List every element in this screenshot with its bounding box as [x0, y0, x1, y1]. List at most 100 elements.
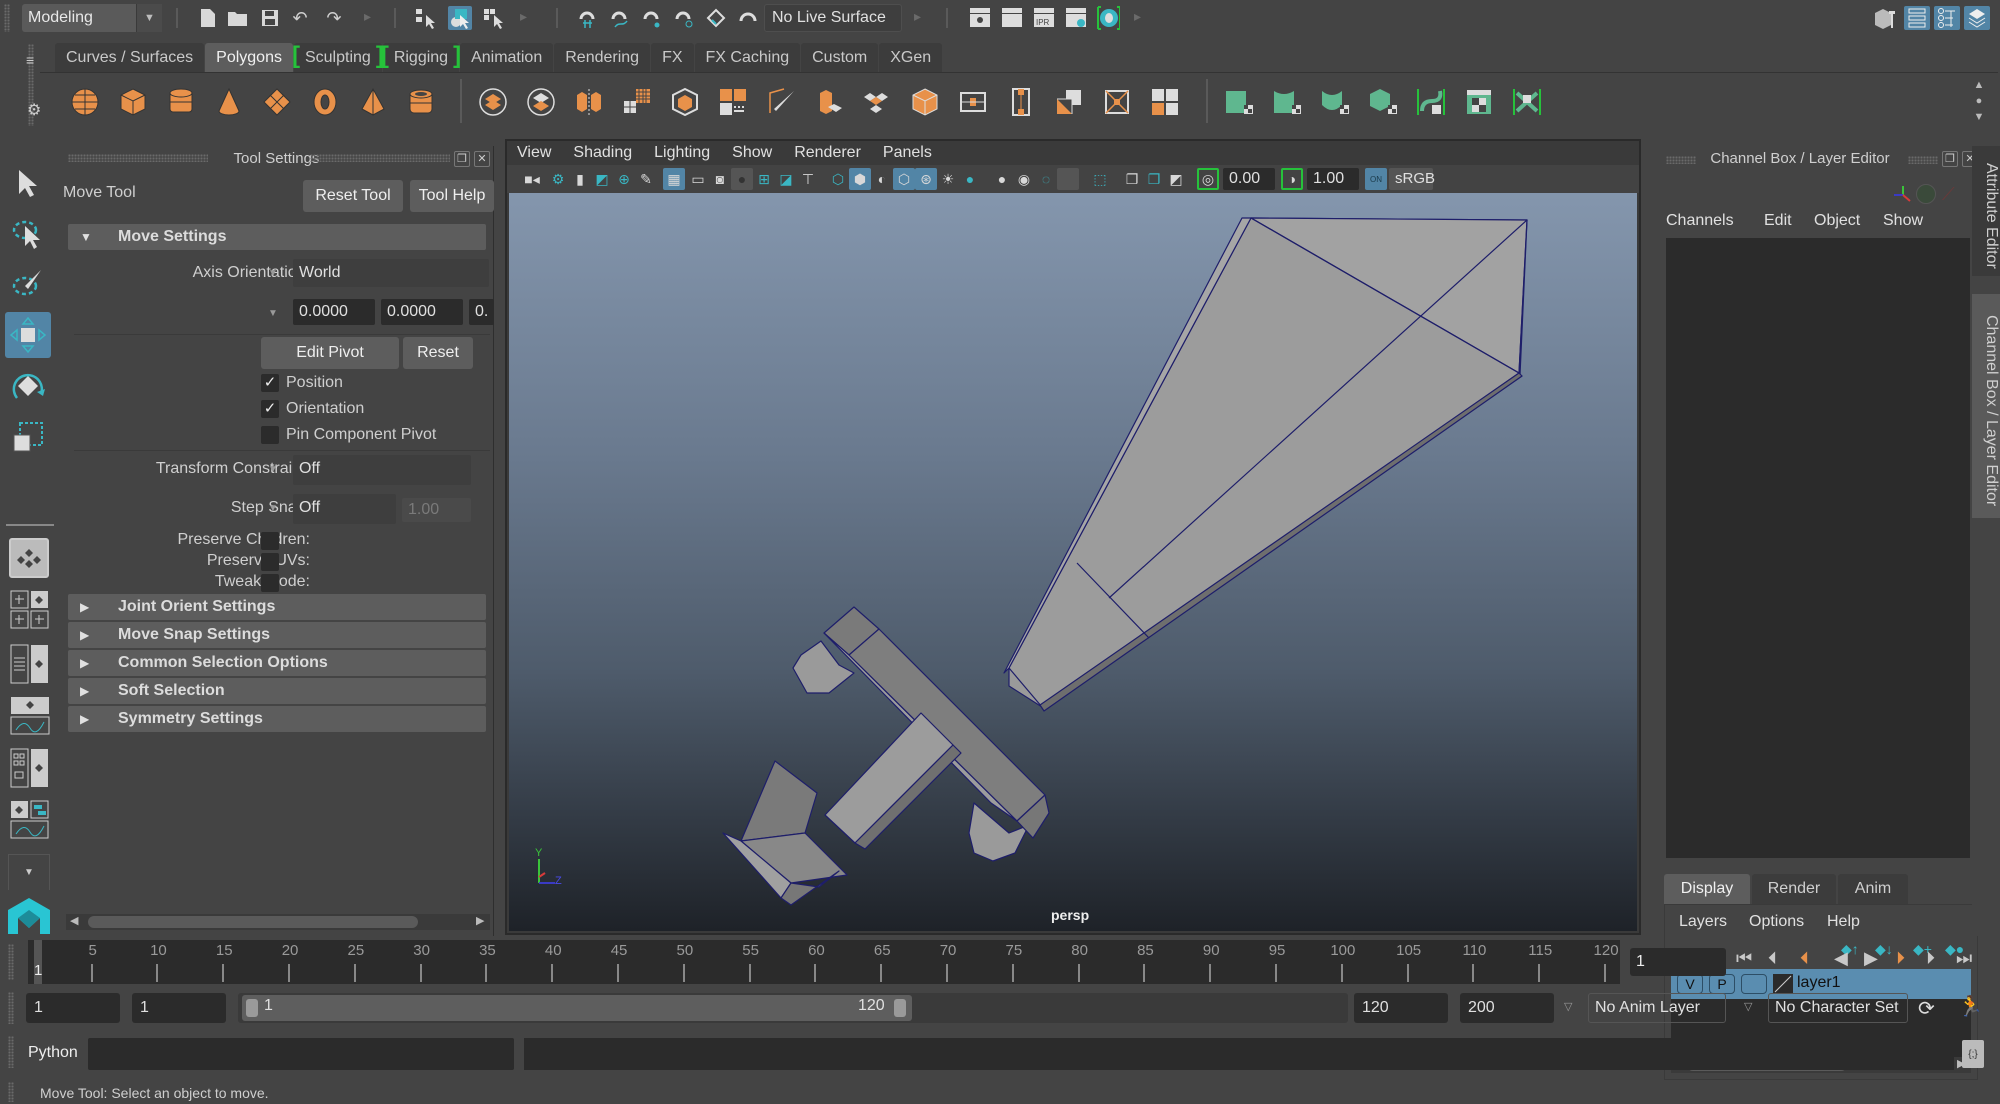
- shelf-tab[interactable]: Rigging: [381, 41, 461, 72]
- range-start-handle[interactable]: [246, 999, 258, 1017]
- gamma-icon[interactable]: ◑: [1281, 168, 1303, 190]
- grease-pencil-icon[interactable]: ✎: [635, 168, 657, 190]
- shelf-tab-active[interactable]: Polygons: [205, 43, 293, 72]
- step-back-key-icon[interactable]: ⏴: [1800, 948, 1809, 969]
- paint-select-tool-icon[interactable]: [5, 260, 51, 306]
- axis-x-field[interactable]: 0.0000: [293, 299, 375, 325]
- dropdown-triangle-icon[interactable]: ▼: [268, 464, 278, 475]
- layer-name[interactable]: layer1: [1797, 974, 1841, 992]
- manipulator-icon[interactable]: [1892, 184, 1914, 211]
- attribute-editor-tab[interactable]: Attribute Editor: [1972, 146, 2000, 276]
- rotate-tool-icon[interactable]: [5, 364, 51, 410]
- character-set-select[interactable]: No Character Set: [1768, 993, 1908, 1023]
- use-all-lights-icon[interactable]: ☀: [937, 168, 959, 190]
- separate-icon[interactable]: [522, 83, 560, 121]
- speed-icon[interactable]: [1916, 184, 1936, 204]
- script-editor-icon[interactable]: {;}: [1962, 1040, 1984, 1068]
- snap-to-point-icon[interactable]: [640, 6, 664, 30]
- collapse-arrow-icon[interactable]: ▸: [520, 8, 527, 25]
- preserve-children-checkbox[interactable]: [261, 532, 279, 550]
- character-set-dropdown-icon[interactable]: ▽: [1744, 1000, 1752, 1013]
- float-panel-icon[interactable]: ❐: [1942, 151, 1958, 167]
- lasso-tool-icon[interactable]: [5, 210, 51, 256]
- playback-end-field[interactable]: 120: [1354, 993, 1448, 1023]
- step-back-frame-icon[interactable]: ⏴: [1768, 948, 1777, 969]
- step-forward-key-icon[interactable]: ⏵: [1896, 948, 1905, 969]
- shadows-icon[interactable]: ●: [959, 168, 981, 190]
- step-forward-frame-icon[interactable]: ⏵: [1926, 948, 1935, 969]
- transform-constraint-select[interactable]: Off: [293, 455, 471, 485]
- xray-joints-icon[interactable]: ◩: [1165, 168, 1187, 190]
- drag-handle[interactable]: [1666, 156, 1696, 164]
- sword-model[interactable]: [509, 193, 1637, 931]
- anim-layer-dropdown-icon[interactable]: ▽: [1564, 1000, 1572, 1013]
- textured-icon[interactable]: ⊛: [915, 168, 937, 190]
- orientation-checkbox[interactable]: ✓: [261, 400, 279, 418]
- reset-pivot-button[interactable]: Reset: [403, 337, 473, 369]
- menu-panels[interactable]: Panels: [883, 141, 932, 165]
- camera-attributes-icon[interactable]: ⚙: [547, 168, 569, 190]
- wireframe-on-shaded-icon[interactable]: ⬡: [893, 168, 915, 190]
- menu-renderer[interactable]: Renderer: [794, 141, 861, 165]
- layer-color-swatch[interactable]: [1773, 974, 1793, 994]
- reset-tool-button[interactable]: Reset Tool: [303, 180, 403, 212]
- 2d-pan-zoom-icon[interactable]: ⊕: [613, 168, 635, 190]
- play-backwards-icon[interactable]: ◀: [1834, 948, 1848, 969]
- command-input[interactable]: [88, 1038, 514, 1070]
- menu-channels[interactable]: Channels: [1666, 212, 1734, 230]
- play-forwards-icon[interactable]: ▶: [1864, 948, 1878, 969]
- collapse-arrow-icon[interactable]: ▸: [1134, 8, 1141, 25]
- exposure-icon[interactable]: ◎: [1197, 168, 1219, 190]
- layout-dropdown-icon[interactable]: ▼: [8, 854, 50, 890]
- position-checkbox[interactable]: ✓: [261, 374, 279, 392]
- drag-handle[interactable]: [8, 944, 14, 980]
- dropdown-triangle-icon[interactable]: ▼: [268, 308, 278, 319]
- poly-pyramid-icon[interactable]: [354, 83, 392, 121]
- bookmark-icon[interactable]: ▮: [569, 168, 591, 190]
- new-scene-icon[interactable]: [196, 6, 220, 30]
- fill-hole-icon[interactable]: [1146, 83, 1184, 121]
- film-gate-icon[interactable]: ▭: [687, 168, 709, 190]
- menu-view[interactable]: View: [517, 141, 551, 165]
- drag-handle[interactable]: [8, 1082, 14, 1102]
- bridge-cube-icon[interactable]: [906, 83, 944, 121]
- range-slider-bar[interactable]: 1 120: [242, 995, 912, 1021]
- shelf-scroll[interactable]: ▲ ● ▼: [1970, 77, 1988, 127]
- gamma-field[interactable]: 1.00: [1307, 168, 1359, 190]
- close-icon[interactable]: ✕: [474, 151, 490, 167]
- shelf-tab[interactable]: Sculpting: [292, 41, 384, 72]
- grid-icon[interactable]: ▦: [663, 168, 685, 190]
- poly-pipe-icon[interactable]: [402, 83, 440, 121]
- safe-action-icon[interactable]: ◪: [775, 168, 797, 190]
- scale-tool-icon[interactable]: [5, 414, 51, 460]
- dropdown-triangle-icon[interactable]: ▼: [268, 503, 278, 514]
- shelf-tab[interactable]: XGen: [879, 43, 943, 72]
- collapse-arrow-icon[interactable]: ▸: [364, 8, 371, 25]
- use-default-material-icon[interactable]: ◐: [871, 168, 893, 190]
- tweak-mode-checkbox[interactable]: [261, 574, 279, 592]
- layer-tab-anim[interactable]: Anim: [1838, 874, 1908, 904]
- four-view-layout-icon[interactable]: [10, 590, 50, 630]
- axis-y-field[interactable]: 0.0000: [381, 299, 463, 325]
- insert-edge-loop-icon[interactable]: [954, 83, 992, 121]
- edit-pivot-button[interactable]: Edit Pivot: [261, 337, 399, 369]
- menu-layers[interactable]: Layers: [1679, 913, 1727, 931]
- view-transform-select[interactable]: sRGB: [1389, 168, 1435, 190]
- animation-preferences-icon[interactable]: 🏃: [1958, 994, 1983, 1019]
- extrude-icon[interactable]: [810, 83, 848, 121]
- multi-cut-icon[interactable]: [762, 83, 800, 121]
- shelf-tab[interactable]: Animation: [460, 43, 554, 72]
- poly-cylinder-icon[interactable]: [162, 83, 200, 121]
- menu-help[interactable]: Help: [1827, 913, 1860, 931]
- menu-shading[interactable]: Shading: [573, 141, 632, 165]
- safe-title-icon[interactable]: ⊤: [797, 168, 819, 190]
- motion-blur-icon[interactable]: ◉: [1013, 168, 1035, 190]
- mirror-icon[interactable]: [570, 83, 608, 121]
- xray-active-components-icon[interactable]: ❐: [1143, 168, 1165, 190]
- open-scene-icon[interactable]: [226, 6, 250, 30]
- image-plane-icon[interactable]: ◩: [591, 168, 613, 190]
- poly-sphere-icon[interactable]: [66, 83, 104, 121]
- render-view-icon[interactable]: [968, 6, 992, 30]
- live-surface-field[interactable]: No Live Surface: [764, 4, 902, 32]
- isolate-select-icon[interactable]: ⬚: [1089, 168, 1111, 190]
